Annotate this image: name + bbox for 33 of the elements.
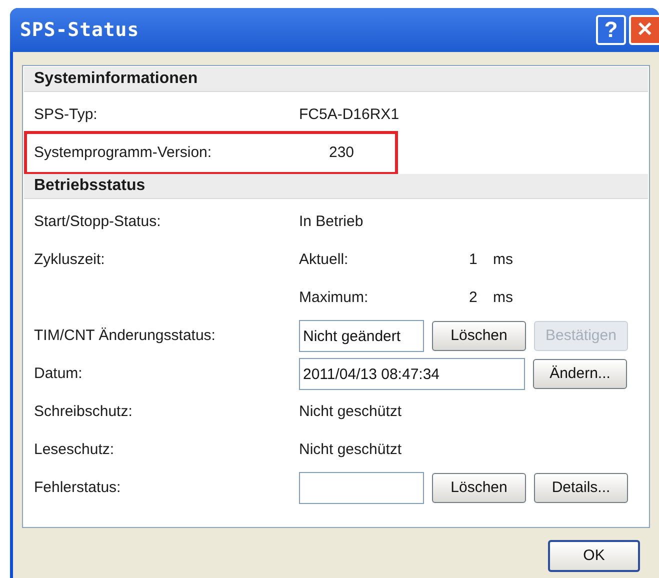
dialog-button[interactable]: Löschen: [432, 473, 526, 503]
field-label: Systemprogramm-Version:: [34, 142, 213, 163]
field-value: Nicht geschützt: [299, 440, 402, 460]
window-title: SPS-Status: [20, 18, 140, 43]
section-header: Systeminformationen: [24, 67, 648, 92]
dialog-button[interactable]: Löschen: [432, 321, 526, 351]
timing-label: Aktuell:: [299, 250, 350, 270]
timing-unit: ms: [493, 250, 513, 270]
dialog-button[interactable]: Ändern...: [533, 359, 627, 389]
field-label: Start/Stopp-Status:: [34, 212, 162, 232]
status-field[interactable]: [299, 472, 424, 504]
timing-value: 2: [469, 288, 478, 308]
status-field[interactable]: Nicht geändert: [299, 320, 424, 352]
timing-value: 1: [469, 250, 478, 270]
field-label: Leseschutz:: [34, 440, 116, 460]
field-value: 230: [328, 142, 354, 163]
field-value: In Betrieb: [299, 212, 364, 232]
close-button[interactable]: ✕: [629, 15, 659, 45]
field-label: Fehlerstatus:: [34, 478, 122, 498]
timing-unit: ms: [493, 288, 513, 308]
field-label: Datum:: [34, 364, 84, 384]
ok-button[interactable]: OK: [548, 540, 640, 572]
field-label: TIM/CNT Änderungsstatus:: [34, 326, 216, 346]
status-field[interactable]: 2011/04/13 08:47:34: [299, 358, 525, 390]
field-value: Nicht geschützt: [299, 402, 402, 422]
field-label: SPS-Typ:: [34, 104, 98, 125]
field-value: FC5A-D16RX1: [299, 104, 400, 125]
timing-label: Maximum:: [299, 288, 370, 308]
field-label: Zykluszeit:: [34, 250, 106, 270]
help-button[interactable]: ?: [596, 15, 626, 45]
field-label: Schreibschutz:: [34, 402, 134, 422]
section-header: Betriebsstatus: [24, 174, 648, 199]
dialog-button[interactable]: Details...: [534, 473, 628, 503]
